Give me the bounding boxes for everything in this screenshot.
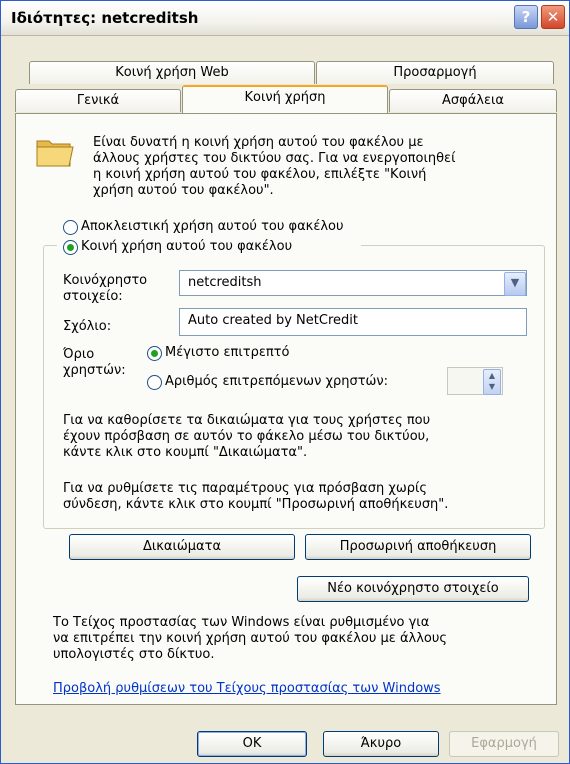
tab-web-sharing[interactable]: Κοινή χρήση Web <box>29 61 315 84</box>
window-title: Ιδιότητες: netcreditsh <box>11 9 199 27</box>
help-icon: ? <box>521 8 531 26</box>
intro-line-4: χρήση αυτού του φακέλου". <box>93 183 274 198</box>
tab-customize[interactable]: Προσαρμογή <box>316 61 554 84</box>
properties-window: Ιδιότητες: netcreditsh ? ✕ Κοινή χρήση W… <box>0 0 570 764</box>
shared-folder-icon <box>36 140 74 167</box>
comment-label: Σχόλιο: <box>63 319 112 334</box>
exclusive-radio[interactable] <box>63 220 78 235</box>
share-name-value: netcreditsh <box>188 275 262 290</box>
permissions-text-2: έχουν πρόσβαση σε αυτόν το φάκελο μέσω τ… <box>63 429 430 444</box>
exclusive-label[interactable]: Αποκλειστική χρήση αυτού του φακέλου <box>81 219 344 235</box>
user-limit-label-2: χρηστών: <box>63 363 126 378</box>
shared-label[interactable]: Κοινή χρήση αυτού του φακέλου <box>81 239 292 255</box>
permissions-text-3: κάντε κλικ στο κουμπί "Δικαιώματα". <box>63 445 308 460</box>
ok-button[interactable]: OK <box>197 731 307 757</box>
firewall-text-3: υπολογιστές στο δίκτυο. <box>53 647 215 662</box>
caching-text-2: σύνδεση, κάντε κλικ στο κουμπί "Προσωριν… <box>63 497 449 512</box>
firewall-settings-link[interactable]: Προβολή ρυθμίσεων του Τείχους προστασίας… <box>53 681 441 697</box>
spin-arrows-icon[interactable]: ▲ ▼ <box>483 369 501 395</box>
chevron-down-icon[interactable]: ▼ <box>504 272 526 296</box>
intro-line-1: Είναι δυνατή η κοινή χρήση αυτού του φακ… <box>93 135 424 150</box>
user-limit-label-1: Όριο <box>63 347 95 362</box>
permissions-text-1: Για να καθορίσετε τα δικαιώματα για τους… <box>63 413 431 428</box>
allowed-users-radio[interactable] <box>147 375 162 390</box>
caching-button[interactable]: Προσωρινή αποθήκευση <box>305 534 531 560</box>
help-button[interactable]: ? <box>514 5 538 29</box>
permissions-button[interactable]: Δικαιώματα <box>69 534 295 560</box>
intro-line-2: άλλους χρήστες του δικτύου σας. Για να ε… <box>93 151 456 166</box>
close-icon: ✕ <box>546 8 560 26</box>
close-button[interactable]: ✕ <box>541 5 565 29</box>
comment-value: Auto created by NetCredit <box>188 313 358 328</box>
tab-sharing[interactable]: Κοινή χρήση <box>182 85 388 113</box>
share-name-label-2: στοιχείο: <box>63 289 123 304</box>
apply-button[interactable]: Εφαρμογή <box>449 731 559 757</box>
firewall-text-1: Το Τείχος προστασίας των Windows είναι ρ… <box>53 615 430 630</box>
shared-radio[interactable] <box>63 240 78 255</box>
tab-security[interactable]: Ασφάλεια <box>389 89 557 112</box>
tab-general[interactable]: Γενικά <box>15 89 181 112</box>
new-share-button[interactable]: Νέο κοινόχρηστο στοιχείο <box>297 576 529 602</box>
caching-text-1: Για να ρυθμίσετε τις παραμέτρους για πρό… <box>63 481 427 496</box>
max-allowed-label[interactable]: Μέγιστο επιτρεπτό <box>165 345 289 361</box>
cancel-button[interactable]: Άκυρο <box>323 731 439 757</box>
share-name-label-1: Κοινόχρηστο <box>63 273 148 288</box>
intro-line-3: η κοινή χρήση αυτού του φακέλου, επιλέξτ… <box>93 167 427 182</box>
allowed-users-label[interactable]: Αριθμός επιτρεπόμενων χρηστών: <box>165 374 388 390</box>
title-bar[interactable]: Ιδιότητες: netcreditsh ? ✕ <box>1 1 569 36</box>
max-allowed-radio[interactable] <box>147 346 162 361</box>
firewall-text-2: να επιτρέπει την κοινή χρήση αυτού του φ… <box>53 631 448 646</box>
share-name-select[interactable]: netcreditsh <box>179 270 527 296</box>
comment-field[interactable]: Auto created by NetCredit <box>179 308 527 336</box>
